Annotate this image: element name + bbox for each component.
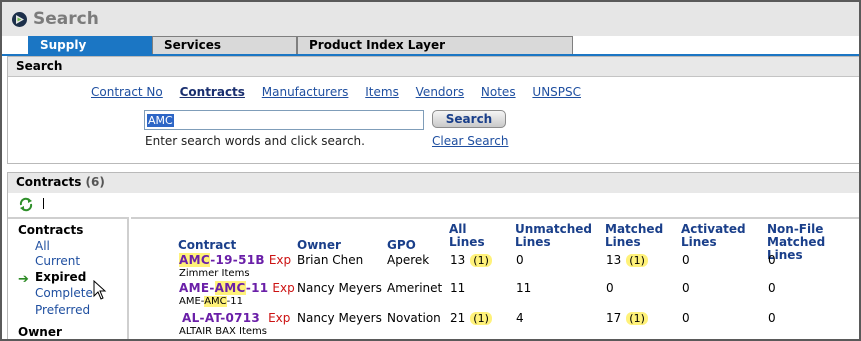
status-expired: Exp: [272, 281, 295, 295]
search-type-links: Contract No Contracts Manufacturers Item…: [91, 85, 594, 99]
nonfile-matched-lines-cell: 0: [768, 253, 776, 267]
tab-supply[interactable]: Supply: [28, 36, 152, 54]
contracts-panel: Contracts (6) Contracts All Current ➔ Ex…: [7, 172, 859, 339]
contracts-count: (6): [85, 175, 105, 189]
link-contract-no[interactable]: Contract No: [91, 85, 163, 99]
search-panel-title: Search: [8, 57, 859, 77]
activated-lines-cell: 0: [682, 253, 690, 267]
count-badge[interactable]: (1): [626, 312, 648, 325]
toolbar-separator: [43, 198, 44, 209]
tab-product-index-layer[interactable]: Product Index Layer: [297, 36, 573, 54]
filter-sidebar: Contracts All Current ➔ Expired Complete…: [8, 217, 129, 339]
unmatched-lines-cell: 4: [516, 311, 524, 325]
contract-description: Zimmer Items: [179, 268, 250, 279]
status-expired: Exp: [268, 253, 292, 267]
count-badge[interactable]: (1): [626, 254, 648, 267]
search-panel: Search Contract No Contracts Manufacture…: [7, 56, 859, 164]
search-input[interactable]: [144, 110, 424, 130]
title-bar: Search: [2, 2, 859, 36]
contract-description: AME-AMC-11: [179, 296, 243, 307]
owner-cell: Nancy Meyers: [297, 311, 382, 325]
filter-title: Contracts: [18, 223, 84, 237]
owner-cell: Nancy Meyers: [297, 281, 382, 295]
table-row-1-contract[interactable]: AMC-19-51B Exp: [179, 253, 291, 267]
table-row-3-contract[interactable]: AL-AT-0713 Exp: [182, 311, 290, 325]
filter-preferred[interactable]: Preferred: [35, 303, 90, 317]
column-header-unmatched-lines[interactable]: Unmatched Lines: [515, 223, 595, 249]
link-vendors[interactable]: Vendors: [416, 85, 464, 99]
activated-lines-cell: 0: [682, 311, 690, 325]
link-contracts[interactable]: Contracts: [180, 85, 245, 99]
activated-lines-cell: 0: [682, 281, 690, 295]
clear-search-link[interactable]: Clear Search: [432, 134, 508, 148]
gpo-cell: Amerinet: [387, 281, 443, 295]
count-badge[interactable]: (1): [470, 254, 492, 267]
column-header-all-lines[interactable]: All Lines: [449, 223, 497, 249]
link-items[interactable]: Items: [365, 85, 399, 99]
contracts-panel-title: Contracts: [16, 175, 82, 189]
column-header-contract[interactable]: Contract: [178, 239, 236, 252]
link-notes[interactable]: Notes: [481, 85, 516, 99]
unmatched-lines-cell: 11: [516, 281, 532, 295]
app-logo-icon: [12, 12, 27, 27]
all-lines-cell: 21 (1): [450, 311, 492, 325]
contract-description: ALTAIR BAX Items: [179, 326, 267, 337]
filter-expired[interactable]: Expired: [35, 270, 86, 284]
column-header-activated-lines[interactable]: Activated Lines: [681, 223, 751, 249]
arrow-right-icon: ➔: [18, 272, 29, 287]
column-header-gpo[interactable]: GPO: [387, 239, 416, 252]
all-lines-cell: 13 (1): [450, 253, 492, 267]
refresh-icon[interactable]: [18, 196, 34, 212]
status-expired: Exp: [268, 311, 291, 325]
unmatched-lines-cell: 0: [516, 253, 524, 267]
contracts-panel-header: Contracts (6): [8, 173, 859, 193]
search-term-highlight: AMC: [214, 281, 246, 295]
matched-lines-cell: 13 (1): [606, 253, 648, 267]
results-toolbar: [8, 193, 859, 217]
filter-current[interactable]: Current: [35, 254, 80, 268]
link-manufacturers[interactable]: Manufacturers: [262, 85, 349, 99]
column-header-nonfile-matched-lines[interactable]: Non-File Matched Lines: [767, 223, 859, 262]
search-input-value: AMC: [147, 114, 174, 127]
link-unspsc[interactable]: UNSPSC: [532, 85, 581, 99]
matched-lines-cell: 0: [606, 281, 614, 295]
mouse-cursor-icon: [93, 280, 107, 300]
tab-services[interactable]: Services: [152, 36, 297, 54]
nonfile-matched-lines-cell: 0: [768, 281, 776, 295]
owner-cell: Brian Chen: [297, 253, 364, 267]
gpo-cell: Aperek: [387, 253, 430, 267]
matched-lines-cell: 17 (1): [606, 311, 648, 325]
app-window: Search Supply Services Product Index Lay…: [0, 0, 861, 341]
filter-all[interactable]: All: [35, 239, 50, 253]
all-lines-cell: 11: [450, 281, 466, 295]
app-title: Search: [33, 9, 99, 29]
owner-filter-title: Owner: [18, 325, 62, 339]
count-badge[interactable]: (1): [470, 312, 492, 325]
nonfile-matched-lines-cell: 0: [768, 311, 776, 325]
search-term-highlight: AMC: [179, 253, 211, 267]
column-header-matched-lines[interactable]: Matched Lines: [605, 223, 665, 249]
search-hint: Enter search words and click search.: [145, 134, 365, 148]
table-row-2-contract[interactable]: AME-AMC-11 Exp: [179, 281, 295, 295]
gpo-cell: Novation: [387, 311, 441, 325]
results-table: Contract Owner GPO All Lines Unmatched L…: [131, 217, 859, 339]
column-header-owner[interactable]: Owner: [297, 239, 341, 252]
filter-complete[interactable]: Complete: [35, 286, 93, 300]
search-button[interactable]: Search: [432, 110, 506, 128]
